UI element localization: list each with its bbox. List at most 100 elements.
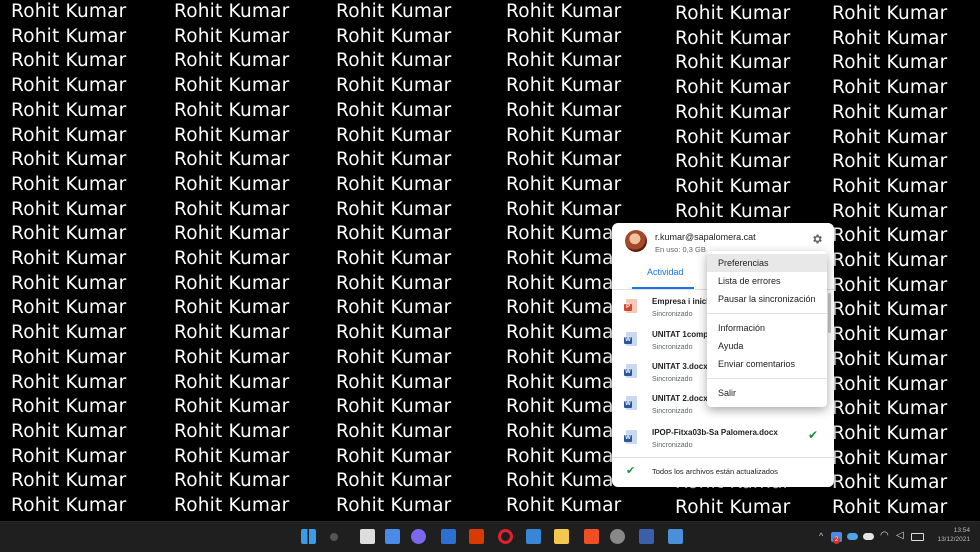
wallpaper-text: Rohit Kumar	[174, 495, 290, 516]
menu-item-quit[interactable]: Salir	[707, 384, 827, 402]
wallpaper-text: Rohit Kumar	[174, 346, 290, 368]
wallpaper-text: Rohit Kumar	[506, 1, 622, 22]
wallpaper-text: Rohit Kumar	[336, 99, 452, 121]
storage-usage: En uso: 0,3 GB	[655, 245, 706, 254]
windows-start-icon[interactable]	[301, 529, 316, 544]
menu-item-label: Ayuda	[718, 341, 744, 351]
settings-menu: Preferencias Lista de errores Pausar la si…	[707, 251, 827, 407]
word-file-icon: W	[624, 364, 637, 378]
wallpaper-text: Rohit Kumar	[832, 225, 948, 247]
onedrive-icon[interactable]	[847, 533, 858, 540]
file-name: UNITAT 3.docx	[652, 362, 708, 371]
wallpaper-text: Rohit Kumar	[675, 126, 791, 148]
scrollbar[interactable]	[828, 293, 831, 333]
file-name: Empresa i inici	[652, 297, 709, 306]
wallpaper-text: Rohit Kumar	[174, 470, 290, 492]
menu-item-label: Salir	[718, 388, 737, 398]
menu-item-label: Enviar comentarios	[718, 359, 796, 369]
wallpaper-text: Rohit Kumar	[506, 99, 622, 121]
tab-activity[interactable]: Actividad	[647, 267, 684, 277]
wallpaper-text: Rohit Kumar	[11, 198, 127, 220]
wallpaper-text: Rohit Kumar	[174, 50, 290, 72]
wallpaper-text: Rohit Kumar	[174, 297, 290, 319]
wallpaper-text: Rohit Kumar	[832, 324, 948, 346]
wallpaper-text: Rohit Kumar	[174, 322, 290, 344]
wallpaper-text: Rohit Kumar	[336, 223, 452, 245]
settings-icon[interactable]	[610, 529, 625, 544]
wallpaper-text: Rohit Kumar	[11, 495, 127, 516]
wallpaper-text: Rohit Kumar	[11, 346, 127, 368]
menu-item-info[interactable]: Información	[707, 319, 827, 337]
wallpaper-text: Rohit Kumar	[336, 470, 452, 492]
opera-icon[interactable]	[498, 529, 513, 544]
file-explorer-icon[interactable]	[554, 529, 569, 544]
file-status: Sincronizado	[652, 344, 693, 351]
wifi-icon[interactable]: ◠	[880, 530, 889, 541]
wallpaper-text: Rohit Kumar	[506, 25, 622, 47]
cloud-icon[interactable]	[863, 533, 874, 540]
virtualbox-icon[interactable]	[639, 529, 654, 544]
wallpaper-text: Rohit Kumar	[675, 77, 791, 99]
wallpaper-text: Rohit Kumar	[506, 198, 622, 220]
wallpaper-text: Rohit Kumar	[506, 346, 622, 368]
wallpaper-text: Rohit Kumar	[506, 396, 622, 418]
clock-time: 13:54	[953, 527, 970, 534]
chevron-up-icon[interactable]: ^	[819, 531, 823, 541]
wallpaper-text: Rohit Kumar	[11, 420, 127, 442]
snipping-tool-icon[interactable]	[668, 529, 683, 544]
wallpaper-text: Rohit Kumar	[675, 3, 791, 24]
wallpaper-text: Rohit Kumar	[506, 223, 622, 245]
gear-icon[interactable]	[811, 233, 823, 245]
synced-check-icon: ✔	[808, 428, 819, 442]
menu-divider	[707, 378, 827, 379]
office-icon[interactable]	[469, 529, 484, 544]
wallpaper-text: Rohit Kumar	[336, 50, 452, 72]
store-icon[interactable]	[441, 529, 456, 544]
wallpaper-text: Rohit Kumar	[506, 297, 622, 319]
menu-item-error-list[interactable]: Lista de errores	[707, 272, 827, 290]
wallpaper-text: Rohit Kumar	[174, 272, 290, 294]
teams-chat-icon[interactable]	[411, 529, 426, 544]
wallpaper-text: Rohit Kumar	[174, 1, 290, 22]
brave-icon[interactable]	[584, 529, 599, 544]
task-view-icon[interactable]	[360, 529, 375, 544]
wallpaper-text: Rohit Kumar	[832, 3, 948, 24]
wallpaper-text: Rohit Kumar	[506, 149, 622, 171]
wallpaper-text: Rohit Kumar	[174, 75, 290, 97]
volume-icon[interactable]: ◁	[896, 530, 904, 541]
wallpaper-text: Rohit Kumar	[336, 149, 452, 171]
menu-item-feedback[interactable]: Enviar comentarios	[707, 355, 827, 373]
wallpaper-text: Rohit Kumar	[174, 99, 290, 121]
wallpaper-text: Rohit Kumar	[832, 77, 948, 99]
wallpaper-text: Rohit Kumar	[832, 126, 948, 148]
wallpaper-text: Rohit Kumar	[336, 420, 452, 442]
menu-item-preferences[interactable]: Preferencias	[707, 254, 827, 272]
account-avatar[interactable]	[625, 230, 647, 252]
word-file-icon: W	[624, 332, 637, 346]
menu-item-help[interactable]: Ayuda	[707, 337, 827, 355]
wallpaper-text: Rohit Kumar	[174, 445, 290, 467]
menu-item-pause-sync[interactable]: Pausar la sincronización	[707, 290, 827, 308]
file-row[interactable]: W IPOP-Fitxa03b-Sa Palomera.docx Sincroniz…	[612, 424, 834, 456]
wallpaper-text: Rohit Kumar	[174, 149, 290, 171]
wallpaper-text: Rohit Kumar	[11, 99, 127, 121]
wallpaper-text: Rohit Kumar	[832, 101, 948, 123]
wallpaper-text: Rohit Kumar	[832, 299, 948, 321]
file-status: Sincronizado	[652, 311, 693, 318]
wallpaper-text: Rohit Kumar	[336, 173, 452, 195]
search-icon[interactable]	[330, 533, 338, 541]
mail-icon[interactable]	[526, 529, 541, 544]
wallpaper-text: Rohit Kumar	[174, 420, 290, 442]
widgets-icon[interactable]	[385, 529, 400, 544]
wallpaper-text: Rohit Kumar	[11, 124, 127, 146]
wallpaper-text: Rohit Kumar	[174, 223, 290, 245]
wallpaper-text: Rohit Kumar	[506, 272, 622, 294]
wallpaper-text: Rohit Kumar	[832, 175, 948, 197]
wallpaper-text: Rohit Kumar	[11, 75, 127, 97]
battery-icon[interactable]	[911, 533, 924, 541]
wallpaper-text: Rohit Kumar	[11, 25, 127, 47]
clock[interactable]: 13:54 13/12/2021	[930, 526, 970, 544]
wallpaper-text: Rohit Kumar	[832, 422, 948, 444]
wallpaper-text: Rohit Kumar	[11, 297, 127, 319]
wallpaper-text: Rohit Kumar	[675, 101, 791, 123]
